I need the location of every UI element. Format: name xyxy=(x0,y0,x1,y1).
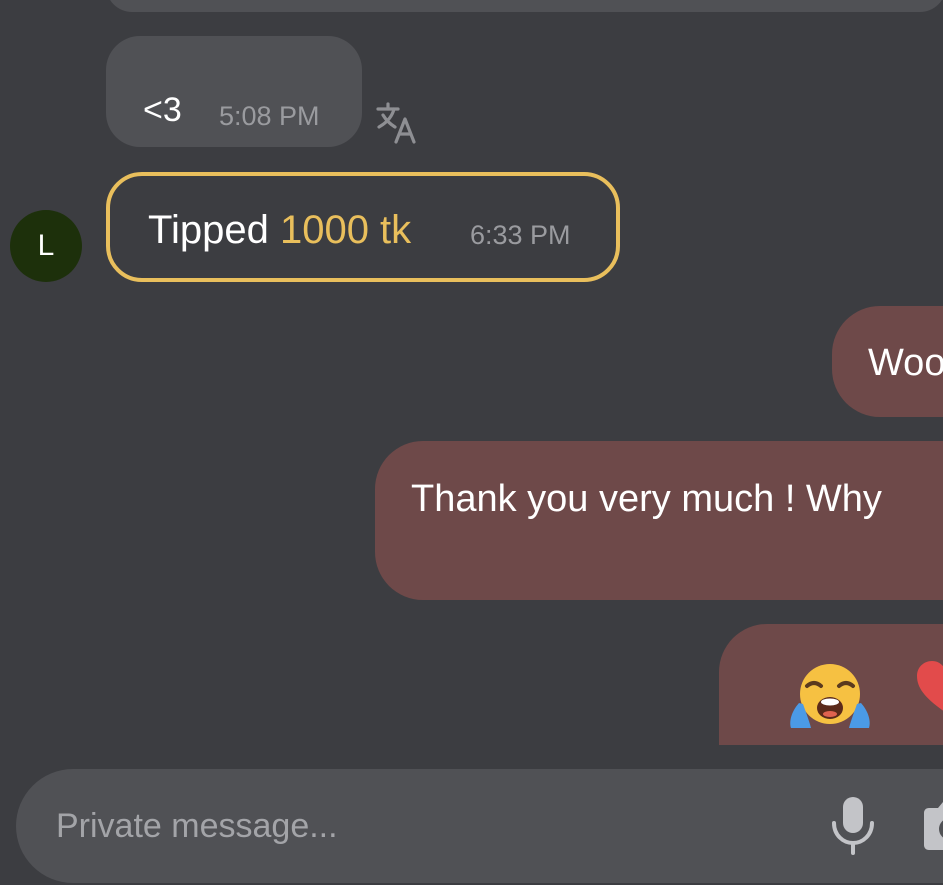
sender-avatar[interactable]: L xyxy=(10,210,82,282)
translate-icon[interactable] xyxy=(374,100,420,146)
tip-amount: 1000 tk xyxy=(279,208,412,252)
message-composer xyxy=(16,769,943,883)
message-text: Woo xyxy=(868,342,943,384)
previous-message-bubble[interactable] xyxy=(106,0,943,12)
tip-label: Tipped 1000 tk xyxy=(148,210,411,250)
sent-message-bubble[interactable]: Woo xyxy=(832,306,943,417)
microphone-icon[interactable] xyxy=(826,795,880,857)
private-message-input[interactable] xyxy=(56,798,756,854)
message-text: <3 xyxy=(143,91,182,129)
message-timestamp: 6:33 PM xyxy=(470,220,571,250)
message-timestamp: 5:08 PM xyxy=(219,101,320,131)
tip-text: Tipped xyxy=(148,208,269,252)
crying-face-emoji-icon xyxy=(790,664,870,728)
tip-message-bubble[interactable]: Tipped 1000 tk 6:33 PM xyxy=(106,172,620,282)
camera-icon[interactable] xyxy=(920,799,943,853)
chat-screen: <3 5:08 PM L Tipped 1000 tk 6:33 PM Woo … xyxy=(0,0,943,885)
received-message-bubble[interactable]: <3 5:08 PM xyxy=(106,36,362,147)
avatar-letter: L xyxy=(37,229,55,262)
red-heart-emoji-icon xyxy=(917,661,943,711)
message-text: Thank you very much ! Why xyxy=(411,478,882,520)
sent-message-bubble[interactable]: Thank you very much ! Why xyxy=(375,441,943,600)
sent-emoji-message-bubble[interactable] xyxy=(719,624,943,745)
